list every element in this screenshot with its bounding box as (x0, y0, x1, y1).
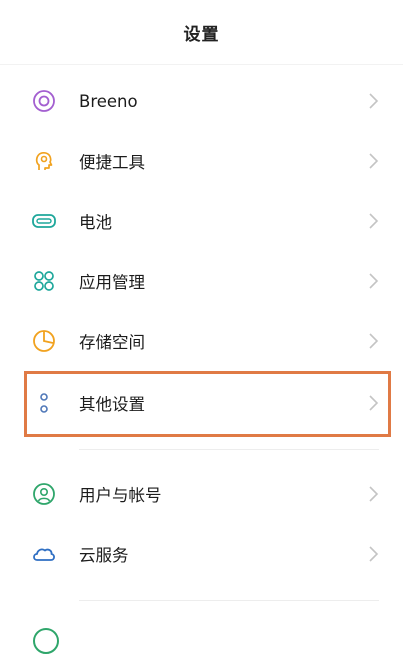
settings-item-label: 应用管理 (79, 273, 145, 292)
settings-item-cloud-service[interactable]: 云服务 (0, 524, 403, 584)
settings-item-battery[interactable]: 电池 (0, 191, 403, 251)
section-divider (79, 600, 379, 601)
next-item-partial-icon (33, 628, 59, 654)
chevron-right-icon (369, 273, 379, 289)
settings-item-label: 用户与帐号 (79, 486, 162, 505)
header-bar: 设置 (0, 0, 403, 64)
settings-item-label: 便捷工具 (79, 153, 145, 172)
header-divider (0, 64, 403, 65)
settings-item-label: 存储空间 (79, 333, 145, 352)
chevron-right-icon (369, 486, 379, 502)
breeno-icon (30, 87, 58, 115)
battery-icon (30, 207, 58, 235)
app-management-icon (30, 267, 58, 295)
settings-item-app-management[interactable]: 应用管理 (0, 251, 403, 311)
user-account-icon (30, 480, 58, 508)
chevron-right-icon (369, 153, 379, 169)
storage-icon (30, 327, 58, 355)
page-title: 设置 (183, 24, 220, 45)
chevron-right-icon (369, 546, 379, 562)
settings-item-label: Breeno (79, 91, 138, 111)
section-divider (79, 449, 379, 450)
settings-item-storage[interactable]: 存储空间 (0, 311, 403, 371)
settings-item-label: 电池 (79, 213, 112, 232)
settings-item-convenience-tools[interactable]: 便捷工具 (0, 131, 403, 191)
highlight-box (24, 371, 391, 437)
chevron-right-icon (369, 333, 379, 349)
convenience-tools-icon (30, 147, 58, 175)
settings-item-breeno[interactable]: Breeno (0, 71, 403, 131)
settings-item-user-account[interactable]: 用户与帐号 (0, 464, 403, 524)
chevron-right-icon (369, 93, 379, 109)
settings-item-label: 云服务 (79, 546, 129, 565)
chevron-right-icon (369, 213, 379, 229)
cloud-service-icon (30, 540, 58, 568)
